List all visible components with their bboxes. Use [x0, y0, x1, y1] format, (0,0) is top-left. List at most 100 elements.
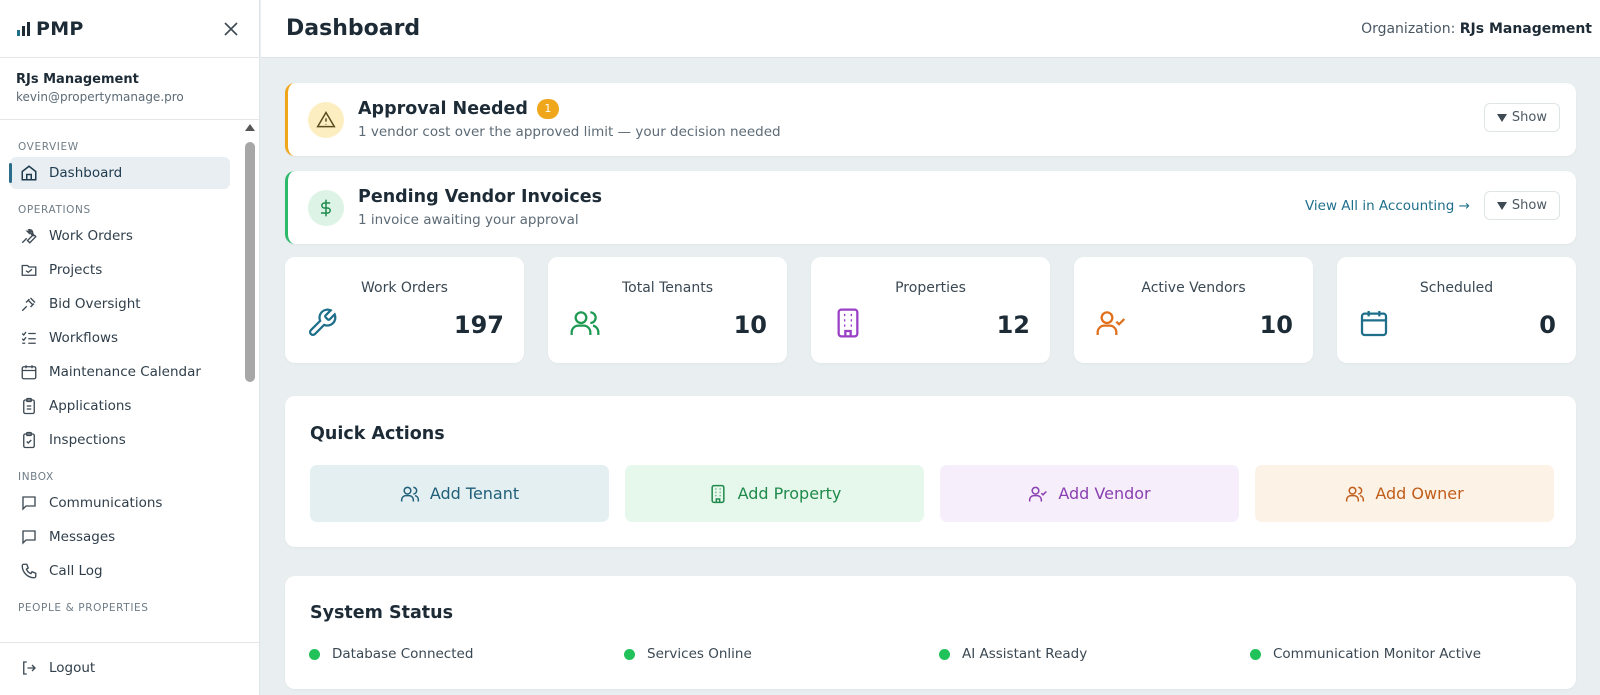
section-label-operations: OPERATIONS: [18, 204, 91, 216]
approval-title: Approval Needed 1: [358, 99, 781, 119]
sidebar-header: PMP: [0, 0, 259, 58]
stat-value: 10: [733, 311, 767, 339]
approval-count-badge: 1: [536, 99, 559, 119]
alert-triangle-icon: [316, 110, 336, 127]
status-dot-icon: [309, 648, 320, 660]
wrench-icon: [308, 308, 337, 337]
scrollbar-thumb[interactable]: [245, 142, 255, 382]
section-label-overview: OVERVIEW: [18, 141, 79, 153]
list-checks-icon: [21, 331, 36, 344]
stat-label: Active Vendors: [1141, 280, 1246, 296]
sidebar-item-inspections[interactable]: Inspections: [10, 424, 230, 456]
status-label: Database Connected: [332, 646, 474, 662]
system-status-panel: System Status Database Connected Service…: [285, 576, 1576, 689]
approval-actions: Show: [1483, 103, 1560, 132]
system-status-title: System Status: [310, 603, 454, 623]
wrench-icon: [21, 228, 37, 244]
show-label: Show: [1511, 110, 1547, 125]
invoices-title: Pending Vendor Invoices: [358, 187, 602, 207]
gavel-icon: [21, 297, 36, 312]
status-label: Services Online: [647, 646, 752, 662]
section-label-people-properties: PEOPLE & PROPERTIES: [18, 602, 149, 614]
stat-card-total-tenants[interactable]: Total Tenants 10: [548, 257, 787, 363]
sidebar-item-messages[interactable]: Messages: [10, 521, 230, 553]
sidebar-nav: OVERVIEW Dashboard OPERATIONS Work Order…: [0, 120, 244, 640]
users-icon: [1346, 486, 1365, 501]
sidebar-item-label: Bid Oversight: [49, 296, 141, 312]
approval-title-text: Approval Needed: [358, 99, 528, 119]
sidebar-item-label: Projects: [49, 262, 103, 278]
sidebar-item-projects[interactable]: Projects: [10, 254, 230, 286]
add-owner-label: Add Owner: [1375, 484, 1464, 503]
sidebar-item-label: Applications: [49, 398, 132, 414]
sidebar-item-bid-oversight[interactable]: Bid Oversight: [10, 288, 230, 320]
sidebar-item-label: Communications: [49, 495, 163, 511]
message-square-icon: [22, 496, 36, 511]
page-title: Dashboard: [286, 16, 421, 41]
add-tenant-button[interactable]: Add Tenant: [310, 465, 609, 522]
clipboard-check-icon: [23, 431, 35, 449]
sidebar-scrollbar[interactable]: [243, 124, 257, 636]
dollar-icon-wrap: [308, 189, 344, 226]
home-icon: [21, 165, 37, 181]
sidebar-item-work-orders[interactable]: Work Orders: [10, 220, 230, 252]
status-label: Communication Monitor Active: [1273, 646, 1482, 662]
sidebar-item-applications[interactable]: Applications: [10, 390, 230, 422]
logo-text: PMP: [36, 17, 84, 40]
sidebar: PMP RJs Management kevin@propertymanage.…: [0, 0, 260, 695]
sidebar-item-call-log[interactable]: Call Log: [10, 555, 230, 587]
clipboard-icon: [23, 397, 35, 415]
scroll-up-arrow-icon[interactable]: [245, 124, 255, 131]
sidebar-footer: Logout: [0, 642, 259, 695]
add-owner-button[interactable]: Add Owner: [1255, 465, 1554, 522]
organization-label: Organization: RJs Management: [1361, 21, 1592, 37]
top-header: Dashboard Organization: RJs Management: [261, 0, 1600, 58]
add-vendor-label: Add Vendor: [1058, 484, 1151, 503]
sidebar-item-dashboard[interactable]: Dashboard: [9, 157, 230, 189]
close-sidebar-button[interactable]: [219, 17, 243, 41]
sidebar-item-workflows[interactable]: Workflows: [10, 322, 230, 354]
user-org-name: RJs Management: [16, 72, 139, 87]
bar-chart-icon: [17, 21, 30, 36]
stat-card-active-vendors[interactable]: Active Vendors 10: [1074, 257, 1313, 363]
approval-show-button[interactable]: Show: [1483, 103, 1560, 132]
organization-name: RJs Management: [1459, 20, 1592, 37]
calendar-icon: [21, 365, 37, 380]
invoices-actions: View All in Accounting → Show: [1305, 191, 1560, 220]
phone-icon: [21, 563, 37, 579]
add-property-button[interactable]: Add Property: [625, 465, 924, 522]
logout-button[interactable]: Logout: [10, 652, 245, 684]
quick-actions-panel: Quick Actions Add Tenant Add Property Ad…: [285, 396, 1576, 547]
stat-label: Scheduled: [1419, 280, 1494, 296]
view-all-accounting-link[interactable]: View All in Accounting →: [1305, 198, 1470, 214]
sidebar-item-label: Dashboard: [49, 165, 123, 181]
add-tenant-label: Add Tenant: [429, 484, 520, 503]
sidebar-item-label: Messages: [49, 529, 116, 545]
stat-label: Work Orders: [361, 280, 448, 296]
user-info: RJs Management kevin@propertymanage.pro: [0, 58, 259, 120]
stat-value: 10: [1259, 311, 1293, 339]
sidebar-item-maintenance-calendar[interactable]: Maintenance Calendar: [10, 356, 230, 388]
approval-subtitle: 1 vendor cost over the approved limit — …: [358, 124, 781, 140]
status-dot-icon: [1250, 648, 1261, 660]
quick-actions-title: Quick Actions: [310, 424, 445, 444]
sidebar-item-label: Maintenance Calendar: [49, 364, 201, 380]
stat-label: Total Tenants: [621, 280, 714, 296]
organization-prefix: Organization:: [1361, 20, 1456, 37]
user-email: kevin@propertymanage.pro: [16, 90, 184, 104]
pending-invoices-banner: Pending Vendor Invoices 1 invoice awaiti…: [285, 171, 1576, 244]
sidebar-item-label: Call Log: [49, 563, 103, 579]
sidebar-item-communications[interactable]: Communications: [10, 487, 230, 519]
section-label-inbox: INBOX: [18, 471, 54, 483]
user-check-icon: [1096, 311, 1126, 335]
add-vendor-button[interactable]: Add Vendor: [940, 465, 1239, 522]
logo[interactable]: PMP: [16, 18, 84, 40]
invoices-show-button[interactable]: Show: [1483, 191, 1560, 220]
building-icon: [837, 308, 859, 338]
users-icon: [400, 486, 419, 501]
stat-card-properties[interactable]: Properties 12: [811, 257, 1050, 363]
stat-card-work-orders[interactable]: Work Orders 197: [285, 257, 524, 363]
stat-card-scheduled[interactable]: Scheduled 0: [1337, 257, 1576, 363]
invoices-title-text: Pending Vendor Invoices: [358, 187, 603, 207]
approval-needed-banner: Approval Needed 1 1 vendor cost over the…: [285, 83, 1576, 156]
